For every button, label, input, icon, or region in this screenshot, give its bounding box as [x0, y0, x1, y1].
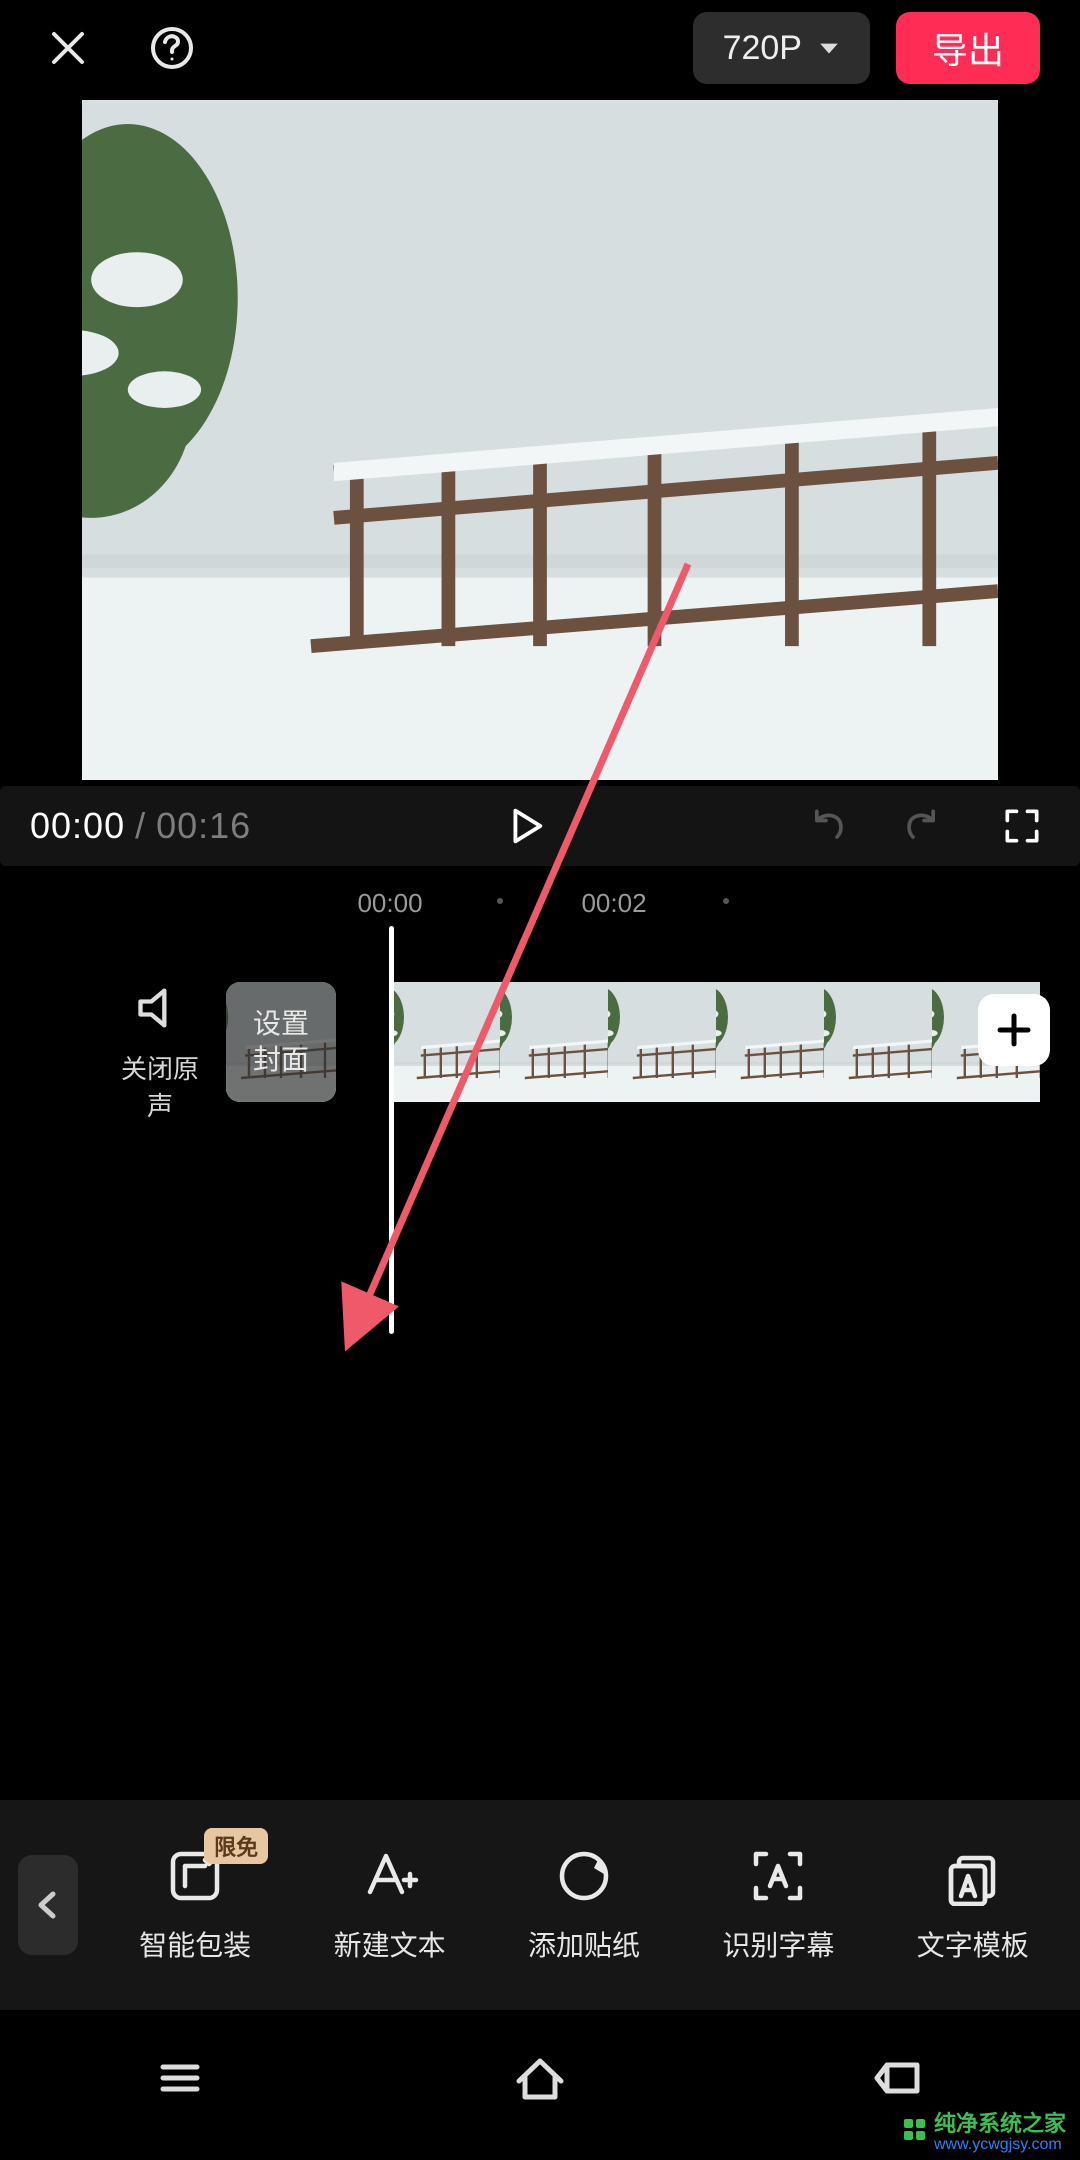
export-button[interactable]: 导出	[896, 12, 1040, 84]
new-text-icon	[360, 1846, 420, 1906]
duration: 00:16	[156, 805, 251, 847]
text-toolbar: 限免 智能包装 新建文本 添加贴纸	[0, 1800, 1080, 2010]
video-preview[interactable]	[82, 100, 998, 780]
resolution-label: 720P	[723, 29, 802, 68]
tool-smart-package[interactable]: 限免 智能包装	[120, 1846, 270, 1964]
nav-back-icon[interactable]	[873, 2051, 927, 2110]
nav-home-icon[interactable]	[513, 2051, 567, 2110]
set-cover-button[interactable]: 设置 封面	[226, 982, 336, 1102]
tool-new-text[interactable]: 新建文本	[315, 1846, 465, 1964]
time-display: 00:00 / 00:16	[30, 805, 251, 847]
tool-auto-caption[interactable]: 识别字幕	[703, 1846, 853, 1964]
timeline-ruler[interactable]: 00:00 00:02	[0, 880, 1080, 926]
ruler-mark: 00:02	[581, 888, 646, 919]
add-clip-button[interactable]	[978, 994, 1050, 1066]
limit-free-badge: 限免	[204, 1828, 268, 1864]
fullscreen-button[interactable]	[994, 798, 1050, 854]
auto-caption-icon	[748, 1846, 808, 1906]
cover-label: 设置 封面	[253, 1006, 309, 1078]
close-icon[interactable]	[40, 20, 96, 76]
undo-button[interactable]	[798, 798, 854, 854]
resolution-selector[interactable]: 720P	[693, 12, 870, 84]
mute-original-sound[interactable]: 关闭原声	[110, 982, 210, 1123]
playhead[interactable]	[389, 926, 394, 1334]
video-clip[interactable]	[392, 982, 1080, 1102]
nav-recent-icon[interactable]	[153, 2051, 207, 2110]
timeline[interactable]: 关闭原声 设置 封面	[0, 926, 1080, 1426]
sticker-icon	[554, 1846, 614, 1906]
current-time: 00:00	[30, 805, 125, 847]
back-button[interactable]	[18, 1855, 78, 1955]
redo-button[interactable]	[896, 798, 952, 854]
tool-add-sticker[interactable]: 添加贴纸	[509, 1846, 659, 1964]
help-icon[interactable]	[144, 20, 200, 76]
watermark: 纯净系统之家 www.ycwgjsy.com	[902, 2106, 1066, 2154]
caret-down-icon	[818, 29, 840, 68]
ruler-mark: 00:00	[357, 888, 422, 919]
tool-text-template[interactable]: 文字模板	[898, 1846, 1048, 1964]
play-button[interactable]	[497, 798, 553, 854]
text-template-icon	[943, 1846, 1003, 1906]
